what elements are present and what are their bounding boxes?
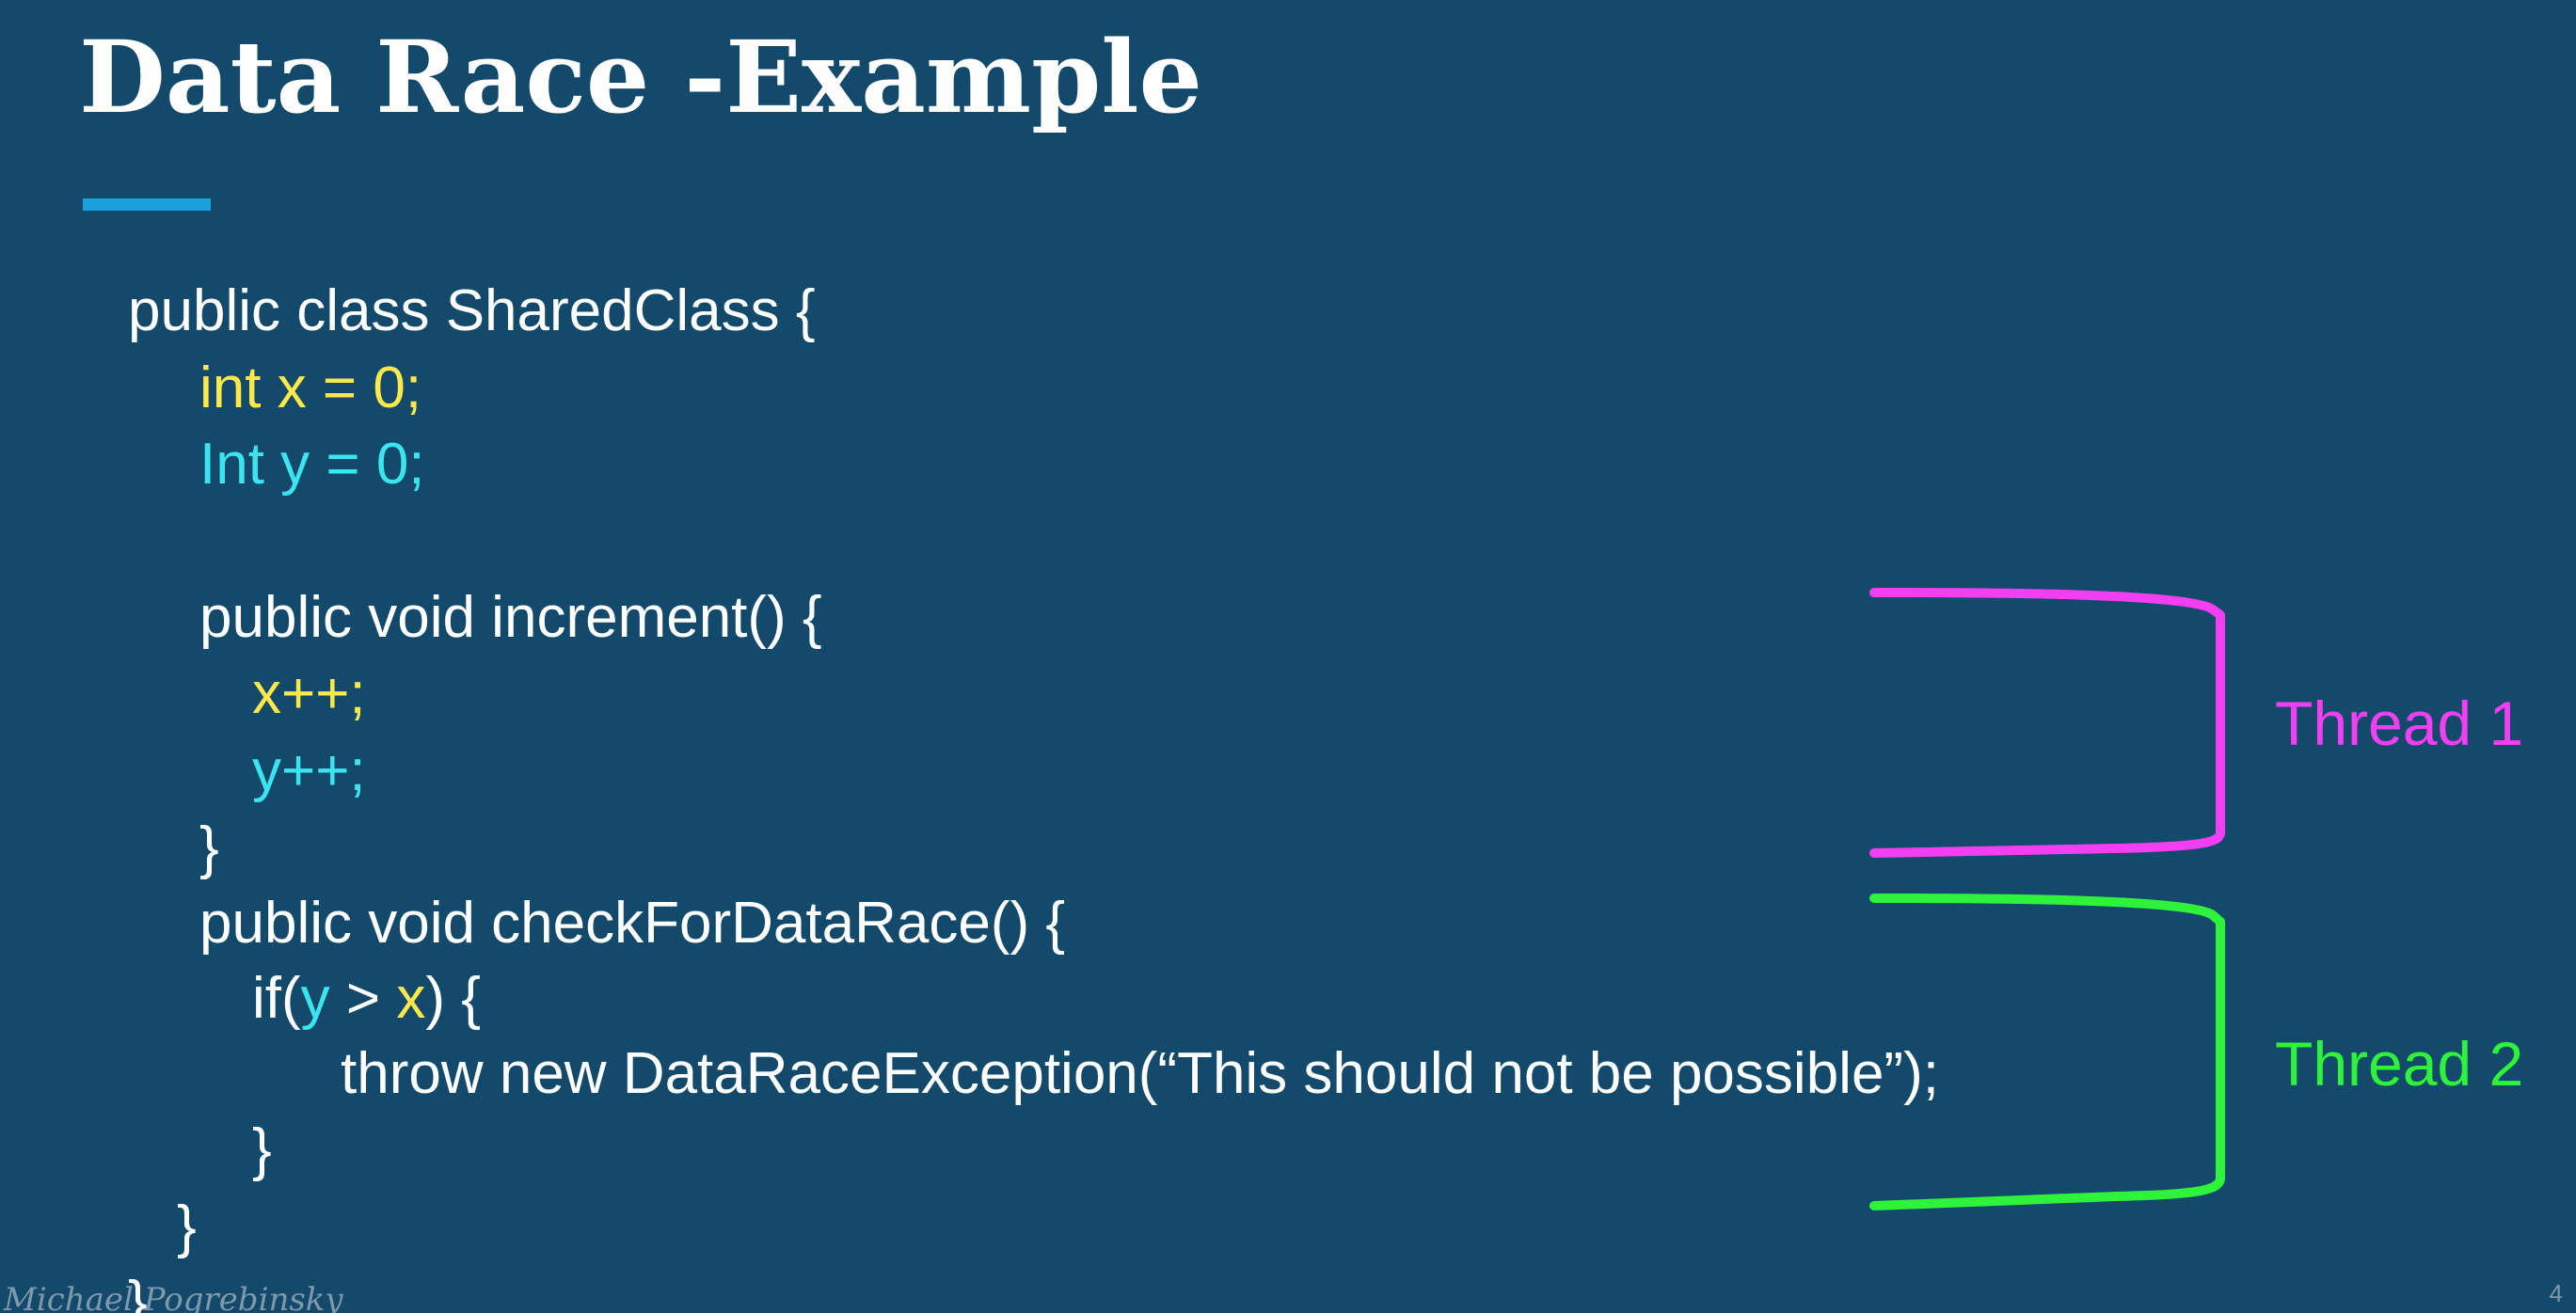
slide: Data Race -Example public class SharedCl… <box>0 0 2576 1313</box>
thread-2-bracket <box>1869 894 2225 1210</box>
thread-1-label: Thread 1 <box>2275 688 2524 758</box>
thread-1-bracket <box>1869 588 2225 858</box>
page-number: 4 <box>2549 1279 2563 1307</box>
thread-2-label: Thread 2 <box>2275 1029 2524 1099</box>
author-signature: Michael Pogrebinsky <box>4 1281 343 1313</box>
thread-brackets <box>1869 588 2225 1210</box>
